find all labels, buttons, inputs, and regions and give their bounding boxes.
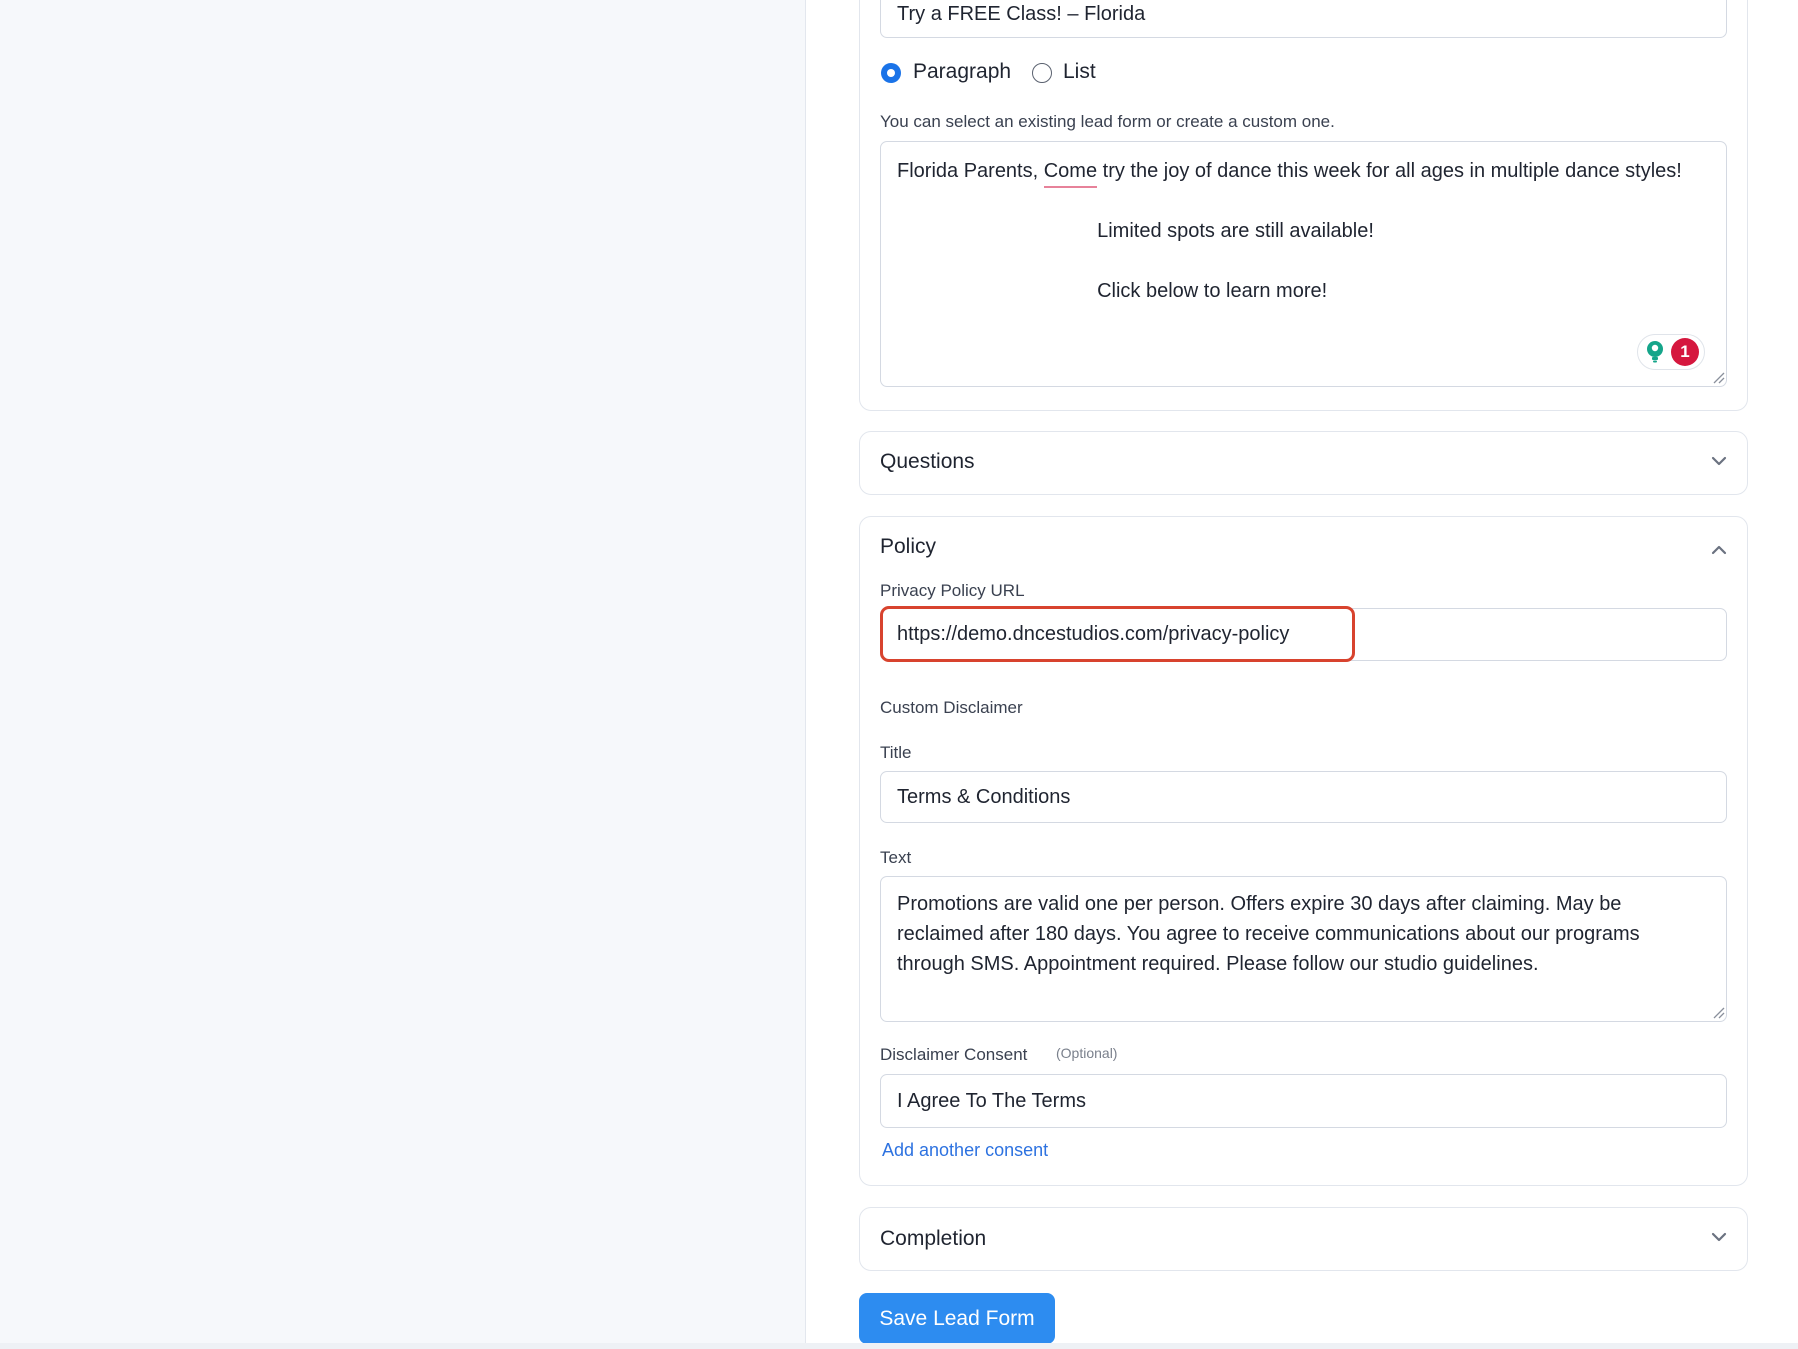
completion-section[interactable]	[859, 1207, 1748, 1271]
description-resize-handle[interactable]	[1711, 370, 1725, 384]
disclaimer-consent-value: I Agree To The Terms	[897, 1089, 1086, 1112]
save-lead-form-button[interactable]: Save Lead Form	[859, 1293, 1055, 1344]
description-textarea[interactable]: Florida Parents, Come try the joy of dan…	[880, 141, 1727, 387]
description-text-after: try the joy of dance this week for all a…	[1097, 160, 1682, 302]
privacy-url-highlight	[880, 606, 1355, 662]
chevron-down-icon[interactable]	[1707, 449, 1731, 473]
disclaimer-text-value: Promotions are valid one per person. Off…	[897, 893, 1646, 975]
description-text-before: Florida Parents,	[897, 160, 1044, 182]
disclaimer-consent-input[interactable]: I Agree To The Terms	[880, 1074, 1727, 1128]
questions-section[interactable]	[859, 431, 1748, 495]
grammarly-count: 1	[1680, 342, 1690, 361]
custom-disclaimer-label: Custom Disclaimer	[880, 698, 1023, 717]
chevron-down-icon[interactable]	[1707, 1225, 1731, 1249]
radio-paragraph-label: Paragraph	[913, 60, 1012, 83]
radio-paragraph[interactable]	[881, 63, 901, 83]
disclaimer-text-textarea[interactable]: Promotions are valid one per person. Off…	[880, 876, 1727, 1022]
disclaimer-title-value: Terms & Conditions	[897, 785, 1071, 808]
questions-section-title: Questions	[880, 450, 975, 473]
disclaimer-title-input[interactable]: Terms & Conditions	[880, 771, 1727, 823]
completion-section-title: Completion	[880, 1227, 987, 1250]
disclaimer-text-resize-handle[interactable]	[1711, 1005, 1725, 1019]
privacy-url-label: Privacy Policy URL	[880, 581, 1025, 600]
grammarly-bulb-icon	[1647, 341, 1663, 363]
chevron-up-icon[interactable]	[1707, 538, 1731, 562]
policy-section-title: Policy	[880, 535, 937, 558]
description-helper-text: You can select an existing lead form or …	[880, 112, 1335, 131]
radio-list-label: List	[1063, 60, 1096, 83]
disclaimer-text-label: Text	[880, 848, 912, 867]
disclaimer-consent-optional: (Optional)	[1056, 1045, 1118, 1061]
disclaimer-title-label: Title	[880, 743, 912, 762]
disclaimer-consent-label: Disclaimer Consent	[880, 1045, 1028, 1064]
bottom-bar	[0, 1343, 1798, 1349]
add-another-consent-link[interactable]: Add another consent	[882, 1140, 1048, 1161]
headline-value: Try a FREE Class! – Florida	[897, 2, 1146, 25]
grammarly-widget[interactable]: 1	[1637, 334, 1705, 370]
misspelled-word[interactable]: Come	[1043, 156, 1098, 188]
headline-input[interactable]: Try a FREE Class! – Florida	[880, 0, 1727, 38]
grammarly-count-badge: 1	[1671, 338, 1699, 366]
left-pane	[0, 0, 805, 1349]
radio-list[interactable]	[1032, 63, 1052, 83]
